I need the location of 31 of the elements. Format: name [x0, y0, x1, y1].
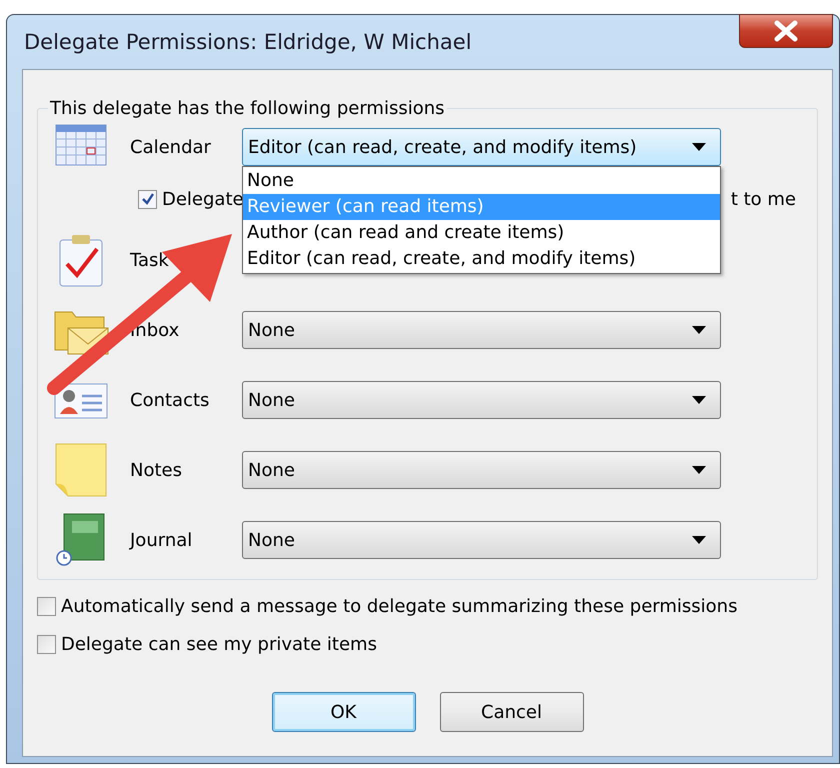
checkbox-label: t to me [730, 188, 796, 210]
caret-icon [692, 326, 706, 334]
checkbox[interactable] [37, 596, 56, 616]
caret-icon [692, 396, 706, 404]
folder-label: Contacts [130, 390, 210, 410]
caret-icon [692, 143, 706, 151]
window-title: Delegate Permissions: Eldridge, W Michael [24, 30, 472, 54]
ok-button[interactable]: OK [272, 692, 416, 732]
checkbox-label: Delegate can see my private items [61, 634, 377, 654]
folder-label: Journal [130, 530, 194, 550]
caret-icon [692, 536, 706, 544]
caret-icon [692, 466, 706, 474]
cancel-button[interactable]: Cancel [440, 692, 584, 732]
folder-label: Task [130, 250, 170, 270]
checkbox-label: Delegate [162, 188, 244, 210]
dropdown-option[interactable]: Author (can read and create items) [243, 220, 720, 246]
permission-dropdown[interactable]: None [242, 521, 721, 559]
checkbox[interactable] [37, 634, 56, 654]
checkbox-label: Automatically send a message to delegate summarizing these permissions [61, 596, 738, 616]
group-title: This delegate has the following permissions [49, 98, 446, 119]
close-icon [773, 20, 799, 42]
permission-dropdown[interactable]: None [242, 451, 721, 489]
checkbox[interactable] [138, 190, 157, 208]
permission-dropdown[interactable]: None [242, 381, 721, 419]
permission-dropdown[interactable]: Editor (can read, create, and modify items) [242, 128, 721, 166]
dropdown-option[interactable]: Editor (can read, create, and modify items) [243, 246, 720, 272]
close-button[interactable] [739, 14, 833, 48]
folder-label: Calendar [130, 136, 212, 158]
folder-label: Notes [130, 460, 183, 480]
dropdown-option[interactable]: None [243, 168, 720, 194]
permission-dropdown[interactable]: None [242, 311, 721, 349]
